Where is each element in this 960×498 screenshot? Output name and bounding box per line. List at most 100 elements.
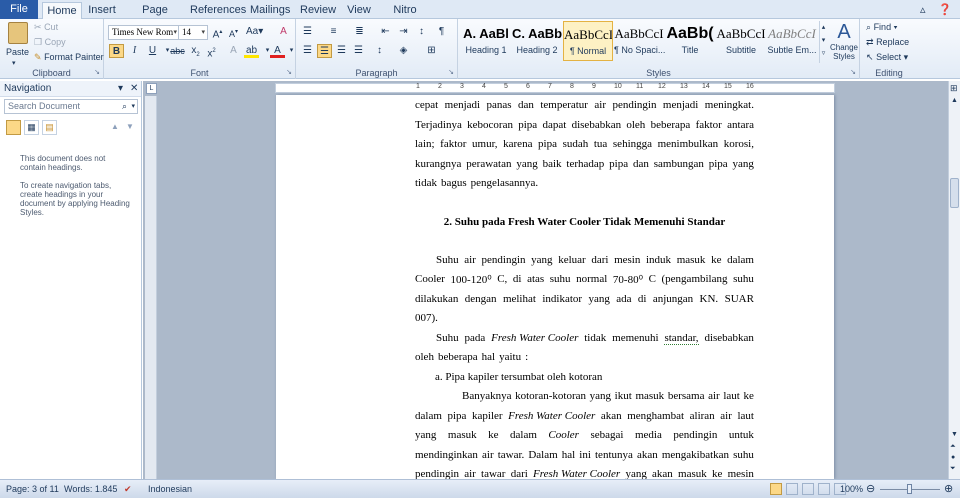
style-no-spacing[interactable]: AaBbCcI ¶ No Spaci... bbox=[614, 21, 665, 61]
show-formatting-icon[interactable]: ¶ bbox=[434, 25, 449, 39]
shading-icon[interactable]: ◈ bbox=[396, 44, 411, 58]
borders-icon[interactable]: ⊞ bbox=[424, 44, 439, 58]
grow-font-icon[interactable]: A▴ bbox=[210, 25, 225, 40]
search-document-input[interactable]: Search Document ⌕ ▾ bbox=[4, 99, 138, 114]
replace-button[interactable]: ⇄ Replace bbox=[866, 37, 909, 48]
tab-view[interactable]: View bbox=[344, 2, 374, 19]
browse-object-icon[interactable]: ● bbox=[951, 454, 955, 461]
vertical-ruler[interactable] bbox=[145, 96, 157, 479]
style-heading-1[interactable]: A. AaBl Heading 1 bbox=[461, 21, 511, 61]
page-count[interactable]: Page: 3 of 11 bbox=[6, 484, 59, 494]
print-layout-icon[interactable] bbox=[770, 483, 782, 495]
paragraph-launcher-icon[interactable]: ↘ bbox=[448, 68, 454, 76]
zoom-in-icon[interactable]: ⊕ bbox=[944, 482, 953, 495]
strikethrough-icon[interactable]: abc bbox=[170, 44, 185, 58]
styles-scroll[interactable]: ▴ ▾ ▿ bbox=[819, 21, 827, 63]
font-size-combo[interactable]: 14 ▾ bbox=[178, 25, 208, 40]
copy-button[interactable]: ❐ Copy bbox=[34, 37, 66, 48]
font-color-icon[interactable]: A bbox=[270, 44, 285, 58]
search-icon[interactable]: ⌕ bbox=[122, 100, 127, 113]
proofing-icon[interactable]: ✔ bbox=[124, 484, 132, 495]
paste-icon[interactable] bbox=[8, 22, 28, 44]
tab-file[interactable]: File bbox=[0, 0, 38, 19]
change-styles-button[interactable]: A Change Styles bbox=[828, 21, 860, 65]
nav-close-icon[interactable]: ✕ bbox=[130, 81, 138, 97]
superscript-icon[interactable]: x2 bbox=[204, 44, 219, 59]
paste-button[interactable]: Paste bbox=[6, 47, 29, 57]
tab-mailings[interactable]: Mailings bbox=[250, 2, 290, 19]
previous-page-icon[interactable]: ⏶ bbox=[950, 443, 956, 451]
text-effects-icon[interactable]: A bbox=[226, 44, 241, 58]
change-case-icon[interactable]: Aa▾ bbox=[246, 25, 263, 39]
vertical-scrollbar[interactable]: ⊞ ▲ ▼ ⏶ ● ⏷ bbox=[948, 81, 960, 479]
minimize-ribbon-icon[interactable]: ▵ bbox=[920, 3, 926, 16]
italic-icon[interactable]: I bbox=[127, 44, 142, 58]
nav-menu-icon[interactable]: ▾ bbox=[118, 81, 123, 97]
next-page-icon[interactable]: ⏷ bbox=[950, 465, 956, 473]
select-button[interactable]: ↖ Select ▾ bbox=[866, 52, 908, 63]
styles-down-icon[interactable]: ▾ bbox=[820, 34, 827, 47]
browse-headings-tab[interactable] bbox=[6, 120, 21, 135]
web-layout-icon[interactable] bbox=[802, 483, 814, 495]
styles-launcher-icon[interactable]: ↘ bbox=[850, 68, 856, 76]
subscript-icon[interactable]: x2 bbox=[188, 44, 203, 58]
styles-up-icon[interactable]: ▴ bbox=[820, 21, 827, 34]
justify-icon[interactable]: ☰ bbox=[351, 44, 366, 58]
tab-home[interactable]: Home bbox=[42, 2, 82, 20]
style-subtle-emphasis[interactable]: AaBbCcI Subtle Em... bbox=[767, 21, 817, 61]
line-spacing-icon[interactable]: ↕ bbox=[372, 44, 387, 58]
browse-results-tab[interactable]: ▤ bbox=[42, 120, 57, 135]
highlight-icon[interactable]: ab bbox=[244, 44, 259, 58]
document-page[interactable]: cepat menjadi panas dan temperatur air pending… bbox=[276, 95, 834, 479]
scroll-down-icon[interactable]: ▼ bbox=[951, 431, 958, 438]
zoom-out-icon[interactable]: ⊖ bbox=[866, 482, 875, 495]
align-left-icon[interactable]: ☰ bbox=[300, 44, 315, 58]
tab-references[interactable]: References bbox=[190, 2, 246, 19]
outline-icon[interactable] bbox=[818, 483, 830, 495]
find-button[interactable]: ⌕ Find ▾ bbox=[866, 22, 897, 33]
scroll-thumb[interactable] bbox=[950, 178, 959, 208]
zoom-slider-thumb[interactable] bbox=[907, 484, 912, 494]
font-launcher-icon[interactable]: ↘ bbox=[286, 68, 292, 76]
cut-button[interactable]: ✂ Cut bbox=[34, 22, 58, 33]
increase-indent-icon[interactable]: ⇥ bbox=[396, 25, 411, 39]
tab-page-layout[interactable]: Page Layout bbox=[126, 2, 184, 32]
full-screen-reading-icon[interactable] bbox=[786, 483, 798, 495]
tab-nitro-pro[interactable]: Nitro Pro bbox=[384, 2, 426, 32]
tab-review[interactable]: Review bbox=[300, 2, 336, 19]
shrink-font-icon[interactable]: A▾ bbox=[226, 25, 241, 39]
language-label[interactable]: Indonesian bbox=[148, 484, 192, 494]
numbering-icon[interactable]: ≡ bbox=[326, 25, 341, 39]
ruler-toggle-icon[interactable]: L bbox=[146, 83, 157, 94]
paste-arrow-icon[interactable]: ▾ bbox=[12, 59, 16, 67]
help-icon[interactable]: ❓ bbox=[938, 3, 952, 16]
search-dropdown-icon[interactable]: ▾ bbox=[131, 100, 135, 113]
format-painter-button[interactable]: ✎ Format Painter bbox=[34, 52, 104, 63]
style-heading-2[interactable]: C. AaBb Heading 2 bbox=[512, 21, 562, 61]
underline-icon[interactable]: U bbox=[145, 44, 160, 58]
clipboard-launcher-icon[interactable]: ↘ bbox=[94, 68, 100, 76]
word-count[interactable]: Words: 1.845 bbox=[64, 484, 117, 494]
style-title[interactable]: AaBb(Title bbox=[665, 21, 715, 61]
next-arrow-icon[interactable]: ▼ bbox=[126, 122, 134, 131]
word: air bbox=[464, 468, 476, 479]
decrease-indent-icon[interactable]: ⇤ bbox=[378, 25, 393, 39]
style-subtitle[interactable]: AaBbCcI Subtitle bbox=[716, 21, 766, 61]
browse-pages-tab[interactable]: ▦ bbox=[24, 120, 39, 135]
zoom-level[interactable]: 100% bbox=[840, 484, 863, 494]
font-name-combo[interactable]: Times New Rom ▾ bbox=[108, 25, 180, 40]
scroll-up-icon[interactable]: ▲ bbox=[951, 97, 958, 104]
multilevel-list-icon[interactable]: ≣ bbox=[352, 25, 367, 39]
sort-icon[interactable]: ↕ bbox=[414, 25, 429, 39]
tab-insert[interactable]: Insert bbox=[86, 2, 118, 19]
previous-arrow-icon[interactable]: ▲ bbox=[111, 122, 119, 131]
styles-more-icon[interactable]: ▿ bbox=[820, 47, 827, 60]
clear-formatting-icon[interactable]: A bbox=[276, 25, 291, 39]
bullets-icon[interactable]: ☰ bbox=[300, 25, 315, 39]
bold-icon[interactable]: B bbox=[109, 44, 124, 58]
align-center-icon[interactable]: ☰ bbox=[317, 44, 332, 58]
align-right-icon[interactable]: ☰ bbox=[334, 44, 349, 58]
horizontal-ruler[interactable]: 1 2 3 4 5 6 7 8 9 10 11 12 13 14 15 16 bbox=[275, 83, 835, 93]
view-ruler-icon[interactable]: ⊞ bbox=[950, 83, 958, 94]
style-normal[interactable]: AaBbCcI ¶ Normal bbox=[563, 21, 613, 61]
